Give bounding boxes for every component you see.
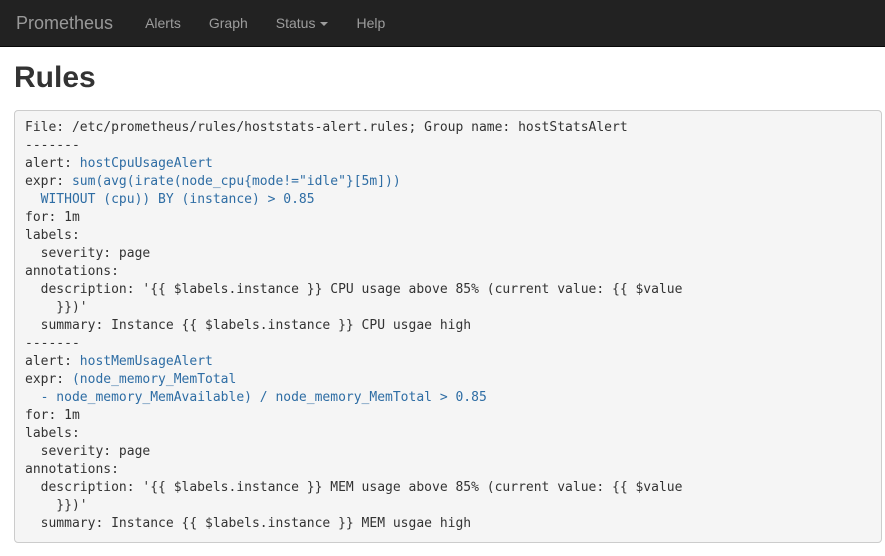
rule-text: summary: Instance {{ $labels.instance }}… — [25, 318, 471, 333]
rule-text: description: '{{ $labels.instance }} MEM… — [25, 480, 682, 495]
rule-line: annotations: — [25, 461, 881, 479]
rule-line: description: '{{ $labels.instance }} MEM… — [25, 479, 881, 497]
nav-link-status[interactable]: Status — [262, 0, 343, 47]
rule-text: for: 1m — [25, 408, 80, 423]
rule-line: description: '{{ $labels.instance }} CPU… — [25, 281, 881, 299]
rule-link[interactable]: (node_memory_MemTotal — [72, 372, 236, 387]
rule-line: ------- — [25, 137, 881, 155]
rule-line: File: /etc/prometheus/rules/hoststats-al… — [25, 119, 881, 137]
page-title: Rules — [14, 61, 882, 94]
nav-item-alerts: Alerts — [131, 0, 195, 47]
rule-text — [25, 192, 41, 207]
rule-text: summary: Instance {{ $labels.instance }}… — [25, 516, 471, 531]
rule-line: for: 1m — [25, 209, 881, 227]
rule-line: labels: — [25, 227, 881, 245]
rule-text: annotations: — [25, 264, 119, 279]
rule-text: expr: — [25, 372, 72, 387]
rule-line: - node_memory_MemAvailable) / node_memor… — [25, 389, 881, 407]
rule-text: severity: page — [25, 444, 150, 459]
rule-text: description: '{{ $labels.instance }} CPU… — [25, 282, 682, 297]
rule-line: alert: hostCpuUsageAlert — [25, 155, 881, 173]
rule-line: WITHOUT (cpu)) BY (instance) > 0.85 — [25, 191, 881, 209]
rule-link[interactable]: hostMemUsageAlert — [80, 354, 213, 369]
nav-link-graph[interactable]: Graph — [195, 0, 262, 47]
page-content: Rules File: /etc/prometheus/rules/hostst… — [0, 61, 885, 543]
rule-line: expr: sum(avg(irate(node_cpu{mode!="idle… — [25, 173, 881, 191]
rule-text: }})' — [25, 498, 88, 513]
rule-line: severity: page — [25, 245, 881, 263]
navbar-brand[interactable]: Prometheus — [16, 13, 113, 34]
rule-text: for: 1m — [25, 210, 80, 225]
rule-text: annotations: — [25, 462, 119, 477]
rule-text: expr: — [25, 174, 72, 189]
rule-line: summary: Instance {{ $labels.instance }}… — [25, 317, 881, 335]
rule-line: labels: — [25, 425, 881, 443]
navbar-nav: AlertsGraphStatusHelp — [131, 0, 399, 47]
rule-text: labels: — [25, 228, 80, 243]
rule-link[interactable]: - node_memory_MemAvailable) / node_memor… — [41, 390, 487, 405]
nav-link-alerts[interactable]: Alerts — [131, 0, 195, 47]
nav-item-status: Status — [262, 0, 343, 47]
rule-text: alert: — [25, 156, 80, 171]
rule-line: alert: hostMemUsageAlert — [25, 353, 881, 371]
nav-item-graph: Graph — [195, 0, 262, 47]
rule-link[interactable]: WITHOUT (cpu)) BY (instance) > 0.85 — [41, 192, 315, 207]
rule-line: severity: page — [25, 443, 881, 461]
rule-text: File: /etc/prometheus/rules/hoststats-al… — [25, 120, 628, 135]
rule-text: labels: — [25, 426, 80, 441]
rule-line: for: 1m — [25, 407, 881, 425]
rules-panel: File: /etc/prometheus/rules/hoststats-al… — [14, 110, 882, 543]
caret-down-icon — [320, 22, 328, 26]
rule-text: alert: — [25, 354, 80, 369]
navbar: Prometheus AlertsGraphStatusHelp — [0, 0, 885, 47]
rule-link[interactable]: hostCpuUsageAlert — [80, 156, 213, 171]
rule-text: ------- — [25, 138, 80, 153]
rule-text: }})' — [25, 300, 88, 315]
rule-text — [25, 390, 41, 405]
rule-line: annotations: — [25, 263, 881, 281]
rule-line: expr: (node_memory_MemTotal — [25, 371, 881, 389]
rule-line: summary: Instance {{ $labels.instance }}… — [25, 515, 881, 533]
nav-item-help: Help — [342, 0, 399, 47]
rule-link[interactable]: sum(avg(irate(node_cpu{mode!="idle"}[5m]… — [72, 174, 401, 189]
rule-line: }})' — [25, 299, 881, 317]
rule-text: severity: page — [25, 246, 150, 261]
rule-line: ------- — [25, 335, 881, 353]
rule-text: ------- — [25, 336, 80, 351]
rule-line: }})' — [25, 497, 881, 515]
nav-link-help[interactable]: Help — [342, 0, 399, 47]
